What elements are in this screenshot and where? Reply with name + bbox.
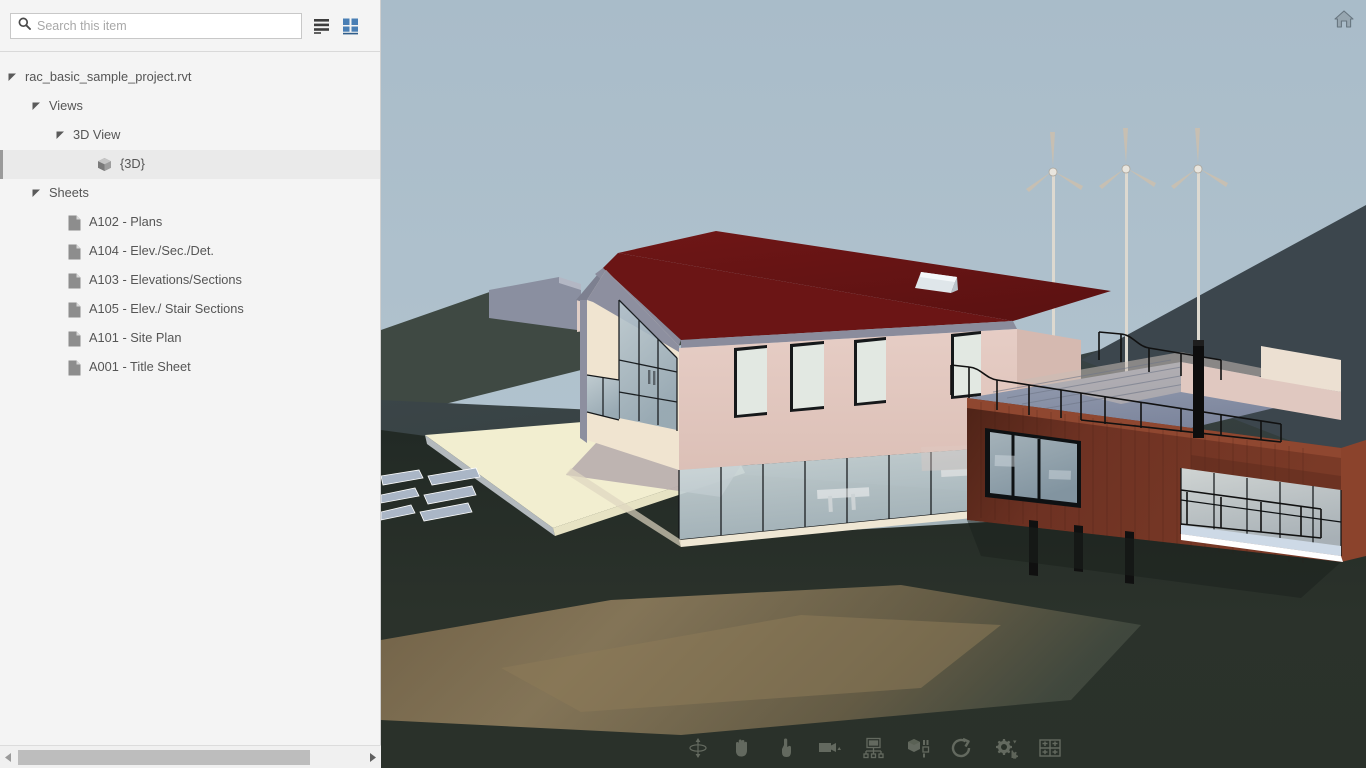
tree-node-label: A102 - Plans <box>89 214 163 230</box>
grid-view-icon[interactable] <box>342 16 361 35</box>
sidebar-panel: rac_basic_sample_project.rvt Views 3D View… <box>0 0 381 768</box>
search-icon <box>18 17 31 35</box>
cube-3d-icon <box>97 157 112 172</box>
scroll-right-arrow[interactable] <box>364 746 381 768</box>
tree-node-sheet[interactable]: A001 - Title Sheet <box>0 353 380 382</box>
zoom-hand-icon[interactable] <box>774 736 798 760</box>
expand-triangle-icon[interactable] <box>32 102 41 111</box>
model-viewport[interactable] <box>381 0 1366 768</box>
search-field-container[interactable] <box>10 12 302 39</box>
tree-node-view-3d[interactable]: {3D} <box>0 150 380 179</box>
tree-node-label: 3D View <box>73 127 121 143</box>
camera-icon[interactable] <box>818 736 842 760</box>
expand-triangle-icon[interactable] <box>8 73 17 82</box>
sheet-document-icon <box>68 360 81 376</box>
tree-node-folder[interactable]: 3D View <box>0 121 380 150</box>
scrollbar-track[interactable] <box>17 745 364 768</box>
orbit-icon[interactable] <box>686 736 710 760</box>
tree-node-folder[interactable]: Views <box>0 92 380 121</box>
tree-node-label: A105 - Elev./ Stair Sections <box>89 301 244 317</box>
sidebar-horizontal-scrollbar[interactable] <box>0 745 381 768</box>
pan-hand-icon[interactable] <box>730 736 754 760</box>
expand-triangle-icon[interactable] <box>32 189 41 198</box>
project-tree[interactable]: rac_basic_sample_project.rvt Views 3D View… <box>0 52 380 745</box>
outdoor-benches <box>381 467 481 522</box>
search-toolbar <box>0 0 380 52</box>
sheet-document-icon <box>68 302 81 318</box>
tree-node-sheet[interactable]: A105 - Elev./ Stair Sections <box>0 295 380 324</box>
tree-node-label: Sheets <box>49 185 89 201</box>
sheet-document-icon <box>68 244 81 260</box>
scroll-left-arrow[interactable] <box>0 746 17 768</box>
tree-node-label: {3D} <box>120 156 145 172</box>
tree-node-sheet[interactable]: A101 - Site Plan <box>0 324 380 353</box>
tree-node-label: A101 - Site Plan <box>89 330 182 346</box>
tree-node-label: A103 - Elevations/Sections <box>89 272 242 288</box>
3d-model-scene <box>381 0 1366 768</box>
tree-node-label: Views <box>49 98 83 114</box>
sheet-document-icon <box>68 331 81 347</box>
sheet-document-icon <box>68 215 81 231</box>
expand-triangle-icon[interactable] <box>56 131 65 140</box>
list-view-icon[interactable] <box>313 16 332 35</box>
tree-node-label: A001 - Title Sheet <box>89 359 191 375</box>
reset-view-icon[interactable] <box>950 736 974 760</box>
model-structure-icon[interactable] <box>862 736 886 760</box>
viewports-grid-icon[interactable] <box>1038 736 1062 760</box>
tree-node-file-root[interactable]: rac_basic_sample_project.rvt <box>0 63 380 92</box>
tree-node-sheet[interactable]: A103 - Elevations/Sections <box>0 266 380 295</box>
view-mode-toggles <box>313 16 361 35</box>
explode-cube-icon[interactable] <box>906 736 930 760</box>
settings-gears-icon[interactable] <box>994 736 1018 760</box>
tree-node-sheet[interactable]: A104 - Elev./Sec./Det. <box>0 237 380 266</box>
tree-node-label: rac_basic_sample_project.rvt <box>25 69 192 85</box>
tree-node-sheet[interactable]: A102 - Plans <box>0 208 380 237</box>
viewer-toolbar[interactable] <box>381 732 1366 764</box>
search-input[interactable] <box>37 13 301 38</box>
home-icon[interactable] <box>1330 6 1358 32</box>
app-root: rac_basic_sample_project.rvt Views 3D View… <box>0 0 1366 768</box>
tree-node-folder[interactable]: Sheets <box>0 179 380 208</box>
sheet-document-icon <box>68 273 81 289</box>
scrollbar-thumb[interactable] <box>18 749 310 765</box>
tree-node-label: A104 - Elev./Sec./Det. <box>89 243 214 259</box>
